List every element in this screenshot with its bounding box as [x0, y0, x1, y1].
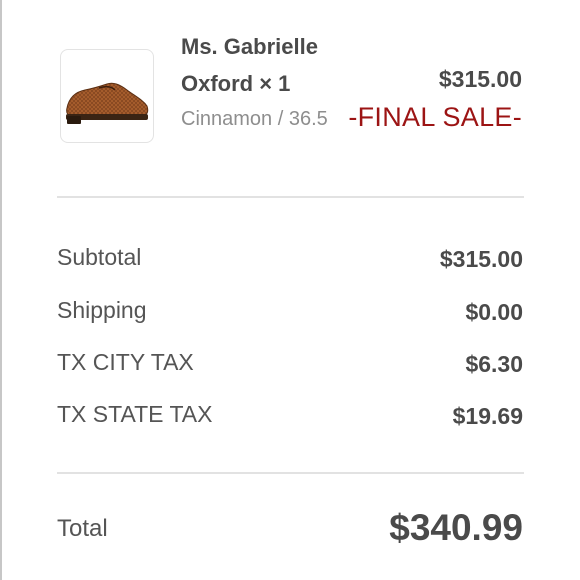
state-tax-label: TX STATE TAX	[57, 401, 213, 427]
final-sale-badge: -FINAL SALE-	[348, 102, 522, 132]
product-price: $315.00	[438, 66, 522, 92]
subtotal-row: Subtotal $315.00	[57, 240, 523, 274]
panel-left-border	[0, 0, 2, 580]
subtotal-value: $315.00	[439, 246, 523, 272]
product-name: Ms. Gabrielle Oxford × 1	[181, 34, 318, 96]
oxford-shoe-image	[66, 82, 149, 124]
total-value: $340.99	[389, 507, 523, 548]
product-variant: Cinnamon / 36.5	[181, 108, 328, 130]
state-tax-row: TX STATE TAX $19.69	[57, 397, 523, 431]
divider	[57, 472, 524, 474]
state-tax-value: $19.69	[452, 403, 523, 429]
city-tax-row: TX CITY TAX $6.30	[57, 345, 523, 379]
product-thumbnail	[60, 49, 154, 143]
total-label: Total	[57, 515, 108, 542]
subtotal-label: Subtotal	[57, 244, 142, 270]
divider	[57, 196, 524, 198]
city-tax-label: TX CITY TAX	[57, 349, 194, 375]
shipping-label: Shipping	[57, 297, 147, 323]
shipping-value: $0.00	[465, 299, 523, 325]
total-row: Total $340.99	[57, 500, 523, 560]
shipping-row: Shipping $0.00	[57, 293, 523, 327]
city-tax-value: $6.30	[465, 351, 523, 377]
